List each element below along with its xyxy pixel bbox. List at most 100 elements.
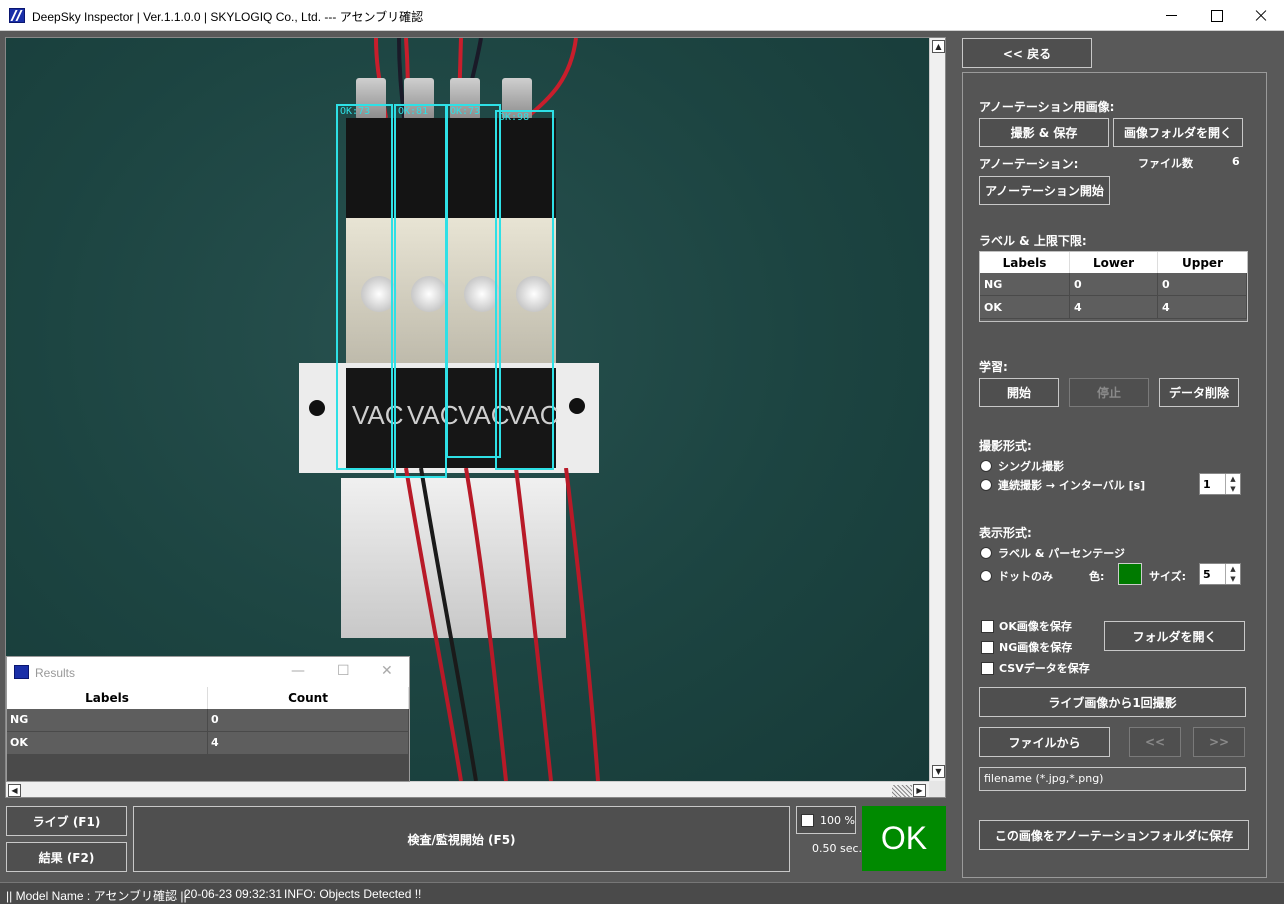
horizontal-scrollbar[interactable]: ◀ ▶ [6,781,929,797]
row-label: NG [980,273,1070,295]
result-button[interactable]: 結果 (F2) [6,842,127,872]
annotation-heading: アノーテーション: [979,157,1079,171]
capture-mode-heading: 撮影形式: [979,439,1032,453]
save-csv-label: CSVデータを保存 [999,662,1090,675]
label-percentage-radio[interactable] [980,547,992,559]
size-value: 5 [1203,568,1211,581]
save-ng-images-label: NG画像を保存 [999,641,1073,654]
scroll-right-arrow-icon[interactable]: ▶ [913,784,926,797]
table-row[interactable]: OK 4 [7,732,409,755]
annotation-image-heading: アノーテーション用画像: [979,100,1115,114]
dot-only-label: ドットのみ [998,570,1053,583]
zoom-checkbox[interactable] [801,813,814,827]
open-folder-button[interactable]: フォルダを開く [1104,621,1245,651]
app-logo-icon [9,8,25,23]
results-title-bar[interactable]: Results — ☐ ✕ [7,657,409,687]
row-lower[interactable]: 4 [1070,296,1158,318]
detection-label: OK:73 [450,106,481,117]
window-title: DeepSky Inspector | Ver.1.1.0.0 | SKYLOG… [32,10,424,24]
detection-label: OK:73 [340,106,371,117]
title-bar: DeepSky Inspector | Ver.1.1.0.0 | SKYLOG… [0,0,1284,31]
start-button[interactable]: 開始 [979,378,1059,407]
save-to-annotation-folder-button[interactable]: この画像をアノーテーションフォルダに保存 [979,820,1249,850]
detection-box: OK:73 [336,104,393,470]
label-limits-heading: ラベル & 上限下限: [979,234,1087,248]
file-count-value: 6 [1232,155,1240,168]
column-header: Labels [980,252,1070,273]
mount-hole [569,398,585,414]
maximize-button[interactable] [1193,0,1239,31]
live-button[interactable]: ライブ (F1) [6,806,127,836]
inspect-start-button[interactable]: 検査/監視開始 (F5) [133,806,790,872]
scroll-grip[interactable] [892,785,912,797]
results-grid: Labels Count NG 0 OK 4 [7,687,409,755]
scroll-down-arrow-icon[interactable]: ▼ [932,765,945,778]
model-name: || Model Name : アセンブリ確認 || [6,889,187,903]
stepper-arrows-icon[interactable]: ▲ ▼ [1225,564,1240,584]
save-ok-images-checkbox[interactable] [981,620,994,633]
status-info: INFO: Objects Detected !! [284,887,422,901]
table-row[interactable]: NG 0 [7,709,409,732]
next-button[interactable]: >> [1193,727,1245,757]
file-count-label: ファイル数 [1138,157,1193,170]
continuous-capture-label: 連続撮影 → インターバル [s] [998,479,1146,492]
detection-box: OK:81 [394,104,447,478]
start-annotation-button[interactable]: アノーテーション開始 [979,176,1110,205]
back-button[interactable]: << 戻る [962,38,1092,68]
row-upper[interactable]: 0 [1158,273,1247,295]
scroll-up-arrow-icon[interactable]: ▲ [932,40,945,53]
column-header: Upper [1182,256,1223,270]
column-header: Count [208,687,409,709]
vertical-scrollbar[interactable]: ▲ ▼ [929,38,945,781]
minimize-button[interactable] [1148,0,1194,31]
capture-from-live-button[interactable]: ライブ画像から1回撮影 [979,687,1246,717]
single-capture-radio[interactable] [980,460,992,472]
label-percentage-label: ラベル & パーセンテージ [998,547,1126,560]
save-ng-images-checkbox[interactable] [981,641,994,654]
column-header: Labels [7,687,208,709]
app-logo-icon [14,665,29,679]
save-csv-checkbox[interactable] [981,662,994,675]
dot-only-radio[interactable] [980,570,992,582]
interval-value: 1 [1203,478,1211,491]
close-button[interactable] [1238,0,1284,31]
single-capture-label: シングル撮影 [998,460,1064,473]
status-bar: || Model Name : アセンブリ確認 || 20-06-23 09:3… [0,882,1284,904]
column-header: Lower [1070,252,1158,273]
display-mode-heading: 表示形式: [979,526,1032,540]
results-window[interactable]: Results — ☐ ✕ Labels Count NG 0 OK 4 [6,656,410,782]
limits-table[interactable]: Labels Lower Upper NG 0 0 OK 4 4 [979,251,1248,322]
zoom-label: 100 % [820,813,855,827]
detection-box: OK:73 [446,104,501,458]
close-icon[interactable]: ✕ [381,663,393,679]
previous-button[interactable]: << [1129,727,1181,757]
dot-color-swatch[interactable] [1118,563,1142,585]
row-label: OK [980,296,1070,318]
scroll-corner [929,781,945,797]
stepper-arrows-icon[interactable]: ▲ ▼ [1225,474,1240,494]
results-title: Results [35,666,76,680]
continuous-capture-radio[interactable] [980,479,992,491]
status-timestamp: 20-06-23 09:32:31 [184,887,283,901]
size-stepper[interactable]: 5 ▲ ▼ [1199,563,1241,585]
table-row[interactable]: OK 4 4 [980,296,1247,319]
zoom-toggle[interactable]: 100 % [796,806,856,834]
detection-box: OK:98 [495,110,554,470]
table-row[interactable]: NG 0 0 [980,273,1247,296]
minimize-icon[interactable]: — [291,663,305,679]
stop-button[interactable]: 停止 [1069,378,1149,407]
from-file-button[interactable]: ファイルから [979,727,1110,757]
row-upper[interactable]: 4 [1158,296,1247,318]
open-image-folder-button[interactable]: 画像フォルダを開く [1113,118,1243,147]
interval-stepper[interactable]: 1 ▲ ▼ [1199,473,1241,495]
judgement-indicator: OK [862,806,946,871]
filename-field[interactable]: filename (*.jpg,*.png) [979,767,1246,791]
row-label: NG [7,709,208,731]
detection-label: OK:81 [398,106,429,117]
capture-save-button[interactable]: 撮影 & 保存 [979,118,1109,147]
row-label: OK [7,732,208,754]
maximize-icon[interactable]: ☐ [337,663,350,679]
scroll-left-arrow-icon[interactable]: ◀ [8,784,21,797]
delete-data-button[interactable]: データ削除 [1159,378,1239,407]
row-lower[interactable]: 0 [1070,273,1158,295]
